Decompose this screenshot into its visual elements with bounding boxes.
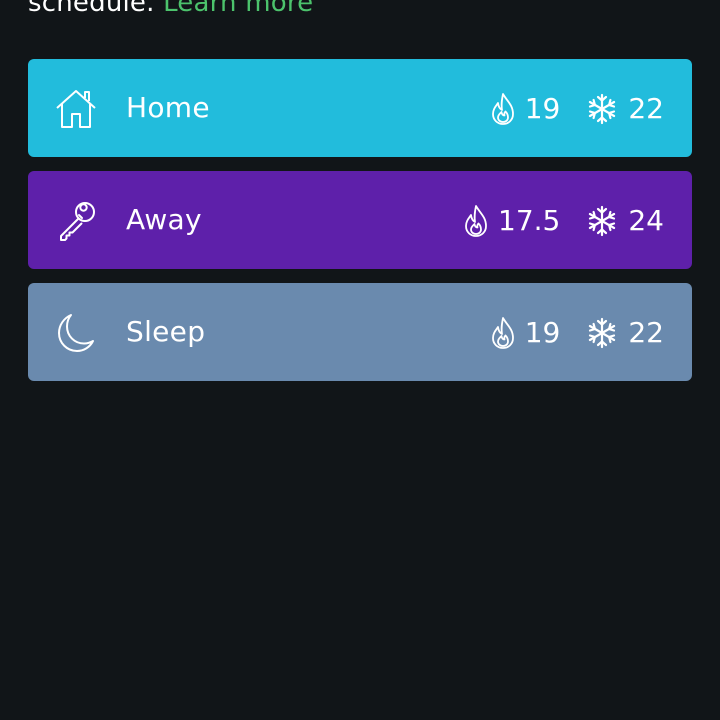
house-icon [54,87,98,131]
intro-body: schedule. [28,0,155,18]
temperature-setpoints: 19 22 [491,313,664,353]
intro-text: schedule. Learn more [28,0,313,18]
comfort-name: Home [126,91,210,124]
comfort-card-away[interactable]: Away 17.5 24 [28,171,692,269]
comfort-card-sleep[interactable]: Sleep 19 22 [28,283,692,381]
heat-setpoint: 19 [524,316,561,349]
flame-icon [491,316,515,350]
snowflake-icon [586,205,618,237]
cool-setpoint: 22 [628,316,664,349]
comfort-name: Sleep [126,315,206,348]
moon-icon [54,311,98,355]
temperature-setpoints: 19 22 [491,89,664,129]
key-icon [54,199,98,243]
comfort-settings-list: Home 19 22 Away 17.5 24 Sleep 19 22 [28,59,692,395]
snowflake-icon [586,93,618,125]
comfort-card-home[interactable]: Home 19 22 [28,59,692,157]
learn-more-link[interactable]: Learn more [163,0,313,18]
heat-setpoint: 17.5 [498,204,561,237]
flame-icon [464,204,488,238]
comfort-name: Away [126,203,202,236]
cool-setpoint: 22 [628,92,664,125]
heat-setpoint: 19 [524,92,561,125]
temperature-setpoints: 17.5 24 [464,201,664,241]
flame-icon [491,92,515,126]
cool-setpoint: 24 [628,204,664,237]
snowflake-icon [586,317,618,349]
comfort-settings-screen: schedule. Learn more Home 19 22 Away 17.… [0,0,720,720]
